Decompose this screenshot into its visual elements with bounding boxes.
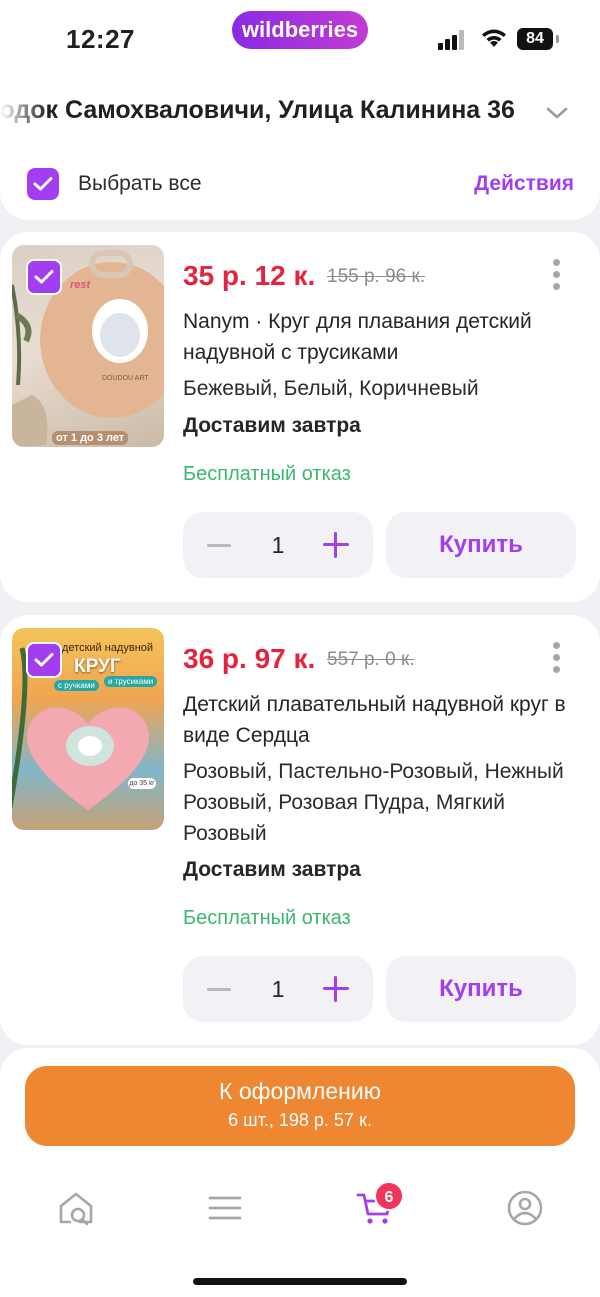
quantity-stepper: 1 bbox=[183, 956, 373, 1022]
free-refusal-label: Бесплатный отказ bbox=[183, 463, 351, 485]
battery-indicator: 84 bbox=[517, 28, 553, 50]
product-image[interactable]: rest DOUDOU ART от 1 до 3 лет bbox=[12, 245, 164, 447]
product-title[interactable]: Nanym · Круг для плавания детский надувн… bbox=[183, 306, 583, 368]
delivery-info: Доставим завтра bbox=[183, 858, 361, 881]
address-fade bbox=[0, 80, 48, 148]
cart-item: rest DOUDOU ART от 1 до 3 лет 35 р. 12 к… bbox=[0, 232, 600, 602]
delivery-address-selector[interactable]: Городок Самохваловичи, Улица Калинина 36 bbox=[0, 80, 600, 148]
checkout-summary: 6 шт., 198 р. 57 к. bbox=[228, 1110, 372, 1130]
product-colors: Бежевый, Белый, Коричневый bbox=[183, 377, 479, 400]
checkmark-icon bbox=[34, 270, 54, 284]
free-refusal-label: Бесплатный отказ bbox=[183, 907, 351, 929]
quantity-stepper: 1 bbox=[183, 512, 373, 578]
product-checkbox[interactable] bbox=[26, 259, 62, 295]
app-badge: wildberries bbox=[232, 11, 368, 49]
product-old-price: 155 р. 96 к. bbox=[327, 266, 426, 287]
image-chip1: с ручками bbox=[54, 680, 99, 691]
increase-quantity-button[interactable] bbox=[323, 532, 349, 558]
actions-button[interactable]: Действия bbox=[474, 172, 574, 196]
home-indicator bbox=[193, 1278, 407, 1285]
image-brand-text: DOUDOU ART bbox=[102, 375, 149, 382]
image-age-tag: от 1 до 3 лет bbox=[52, 431, 129, 445]
product-price: 35 р. 12 к. bbox=[183, 260, 316, 291]
image-weight-badge: до 35 кг bbox=[128, 778, 156, 789]
chevron-down-icon bbox=[546, 107, 568, 119]
select-all-label[interactable]: Выбрать все bbox=[78, 172, 202, 196]
wifi-icon bbox=[482, 29, 506, 47]
checkout-button[interactable]: К оформлению 6 шт., 198 р. 57 к. bbox=[25, 1066, 575, 1146]
product-title[interactable]: Детский плавательный надувной круг в вид… bbox=[183, 689, 583, 751]
checkout-title: К оформлению bbox=[219, 1078, 381, 1104]
delivery-info: Доставим завтра bbox=[183, 414, 361, 437]
status-bar: 12:27 wildberries 84 bbox=[0, 0, 600, 80]
address-text: Городок Самохваловичи, Улица Калинина 36 bbox=[0, 96, 515, 124]
more-options-icon[interactable] bbox=[548, 259, 564, 295]
product-checkbox[interactable] bbox=[26, 642, 62, 678]
buy-button[interactable]: Купить bbox=[386, 512, 576, 578]
select-all-checkbox[interactable] bbox=[27, 168, 59, 200]
image-chip2: и трусиками bbox=[104, 676, 158, 687]
more-options-icon[interactable] bbox=[548, 642, 564, 678]
checkmark-icon bbox=[34, 653, 54, 667]
select-all-bar: Выбрать все Действия bbox=[0, 148, 600, 220]
checkmark-icon bbox=[33, 177, 53, 191]
image-corner-text: rest bbox=[70, 279, 91, 291]
cart-item: детский надувной КРУГ с ручками и трусик… bbox=[0, 615, 600, 1045]
cart-count-badge: 6 bbox=[374, 1181, 404, 1211]
product-price: 36 р. 97 к. bbox=[183, 643, 316, 674]
cellular-signal-icon bbox=[438, 30, 464, 50]
product-image[interactable]: детский надувной КРУГ с ручками и трусик… bbox=[12, 628, 164, 830]
profile-icon[interactable] bbox=[505, 1188, 545, 1228]
image-line1: детский надувной bbox=[62, 642, 154, 654]
product-old-price: 557 р. 0 к. bbox=[327, 649, 415, 670]
product-colors: Розовый, Пастельно-Розовый, Нежный Розов… bbox=[183, 760, 564, 845]
clock: 12:27 bbox=[66, 24, 135, 54]
catalog-menu-icon[interactable] bbox=[205, 1188, 245, 1228]
battery-tip bbox=[556, 35, 559, 43]
home-search-icon[interactable] bbox=[56, 1188, 96, 1228]
image-line2: КРУГ bbox=[74, 656, 121, 677]
increase-quantity-button[interactable] bbox=[323, 976, 349, 1002]
buy-button[interactable]: Купить bbox=[386, 956, 576, 1022]
